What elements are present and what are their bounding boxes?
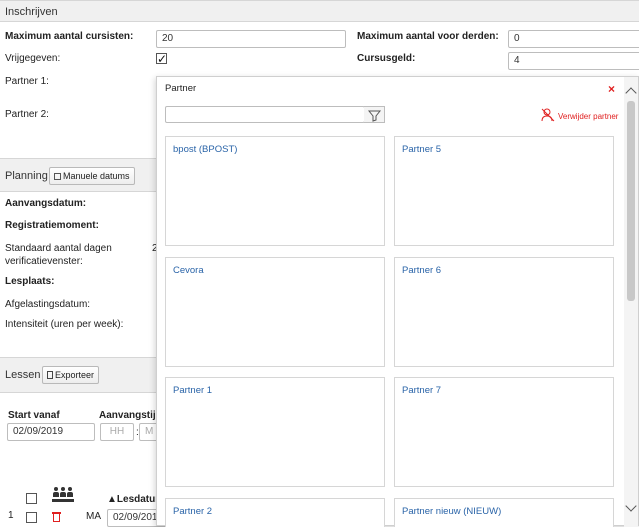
scrollbar-thumb[interactable] [627,101,635,301]
group-icon [52,486,74,503]
partner1-label: Partner 1: [5,76,49,87]
partner-card[interactable]: Partner 6 [394,257,614,367]
remove-partner-button[interactable]: Verwijder partner [541,108,627,122]
select-all-checkbox[interactable] [26,493,37,504]
partner-card[interactable]: Partner 7 [394,377,614,487]
cursusgeld-label: Cursusgeld: [357,53,416,64]
max-derden-label: Maximum aantal voor derden: [357,31,499,42]
partner2-label: Partner 2: [5,109,49,120]
partner-card[interactable]: bpost (BPOST) [165,136,385,246]
start-vanaf-label: Start vanaf [8,410,60,421]
section-header-inschrijven: Inschrijven [0,0,639,22]
check-mark-icon: ✓ [157,52,168,66]
partner-name: Partner 5 [402,144,442,155]
popup-scrollbar[interactable] [624,77,638,527]
registratiemoment-label: Registratiemoment: [5,220,99,231]
partner-search-input[interactable] [165,106,365,123]
partner-name: Partner 6 [402,265,442,276]
close-icon[interactable]: × [608,82,615,96]
max-cursisten-label: Maximum aantal cursisten: [5,31,134,42]
partner-popup: Partner × Verwijder partner bpost (BPOST… [156,76,639,527]
filter-button[interactable] [364,106,385,123]
partner-name: Partner 7 [402,385,442,396]
start-vanaf-input[interactable]: 02/09/2019 [7,423,95,441]
filter-icon [367,110,382,122]
checkbox-icon [54,173,61,180]
partner-name: Cevora [173,265,204,276]
scroll-down-icon[interactable] [625,500,637,512]
lesplaats-label: Lesplaats: [5,276,55,287]
partner-card[interactable]: Cevora [165,257,385,367]
aanvangstijd-label: Aanvangstijd [99,410,162,421]
trash-icon[interactable] [52,511,61,523]
partner-name: Partner 2 [173,506,213,517]
aanvangsdatum-label: Aanvangsdatum: [5,198,87,209]
exporteer-label: Exporteer [55,370,95,380]
vrijgegeven-label: Vrijgegeven: [5,53,61,64]
section-title-planning: Planning [5,170,48,182]
partner-card[interactable]: Partner 1 [165,377,385,487]
partner-name: bpost (BPOST) [173,144,238,155]
partner-name: Partner nieuw (NIEUW) [402,506,502,517]
hour-input[interactable]: HH [100,423,134,441]
max-derden-input[interactable]: 0 [508,30,639,48]
partner-card[interactable]: Partner nieuw (NIEUW) [394,498,614,527]
manuele-datums-label: Manuele datums [63,171,130,181]
partner-name: Partner 1 [173,385,213,396]
row-number: 1 [8,510,14,521]
exporteer-button[interactable]: Exporteer [42,366,100,384]
partner-card[interactable]: Partner 2 [165,498,385,527]
row-day: MA [86,511,101,522]
partner-popup-title: Partner [165,83,197,94]
verificatie-label-2: verificatievenster: [5,256,83,267]
scroll-up-icon[interactable] [625,87,637,99]
verificatie-label-1: Standaard aantal dagen [5,243,112,254]
vrijgegeven-checkbox[interactable]: ✓ [156,52,168,66]
afgelastingsdatum-label: Afgelastingsdatum: [5,299,91,310]
remove-user-icon [541,108,555,122]
remove-partner-label: Verwijder partner [558,112,619,121]
row-checkbox[interactable] [26,512,37,523]
max-cursisten-input[interactable]: 20 [156,30,346,48]
export-icon [47,371,53,379]
intensiteit-label: Intensiteit (uren per week): [5,319,124,330]
section-title-lessen: Lessen [5,369,41,381]
cursusgeld-input[interactable]: 4 [508,52,639,70]
section-title-inschrijven: Inschrijven [5,6,58,18]
manuele-datums-button[interactable]: Manuele datums [49,167,135,185]
partner-card[interactable]: Partner 5 [394,136,614,246]
